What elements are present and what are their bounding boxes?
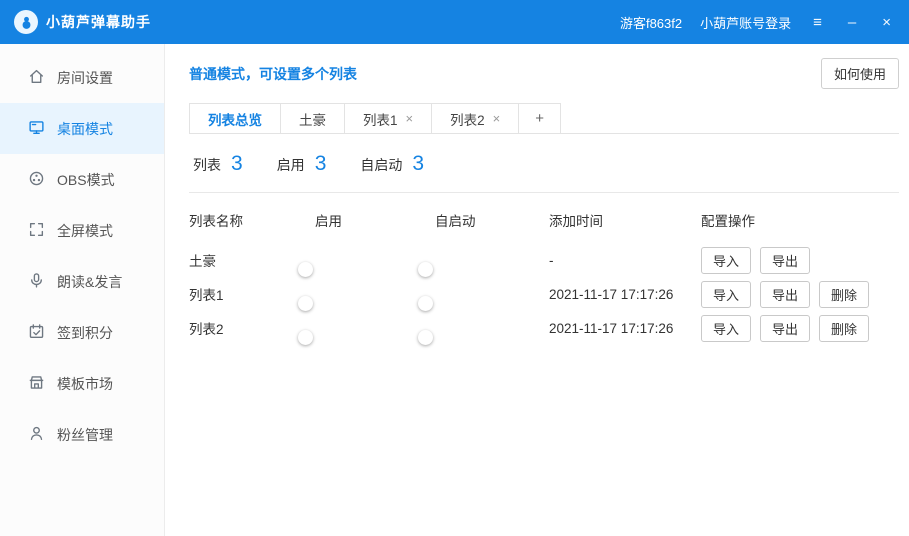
- added-time: 2021-11-17 17:17:26: [549, 287, 701, 302]
- added-time: -: [549, 253, 701, 268]
- sidebar-item-fullscreen-mode[interactable]: 全屏模式: [0, 205, 164, 256]
- sidebar-item-label: 房间设置: [57, 68, 113, 88]
- add-tab-button[interactable]: +: [518, 103, 561, 133]
- stat-enabled: 启用 3: [277, 152, 327, 176]
- list-name: 列表2: [189, 318, 315, 338]
- menu-icon[interactable]: ≡: [809, 13, 826, 32]
- sidebar-item-label: OBS模式: [57, 170, 115, 190]
- stat-autostart: 自启动 3: [360, 152, 424, 176]
- stat-lists: 列表 3: [193, 152, 243, 176]
- close-icon[interactable]: ×: [878, 13, 895, 32]
- column-header-autostart: 自启动: [435, 210, 549, 230]
- tab-list1[interactable]: 列表1 ×: [344, 103, 432, 133]
- sidebar-item-label: 模板市场: [57, 374, 113, 394]
- stat-value: 3: [231, 152, 243, 176]
- delete-button[interactable]: 删除: [819, 315, 869, 342]
- sidebar-item-fans-management[interactable]: 粉丝管理: [0, 409, 164, 460]
- tab-close-icon[interactable]: ×: [493, 111, 501, 126]
- tab-tuhao[interactable]: 土豪: [280, 103, 345, 133]
- delete-button[interactable]: 删除: [819, 281, 869, 308]
- tab-list-overview[interactable]: 列表总览: [189, 103, 281, 133]
- sidebar-item-template-market[interactable]: 模板市场: [0, 358, 164, 409]
- titlebar: 小葫芦弹幕助手 游客f863f2 小葫芦账号登录 ≡ – ×: [0, 0, 909, 44]
- sidebar-item-checkin-points[interactable]: 签到积分: [0, 307, 164, 358]
- desktop-icon: [28, 119, 45, 139]
- page-title: 普通模式，可设置多个列表: [189, 64, 357, 84]
- sidebar-item-label: 桌面模式: [57, 119, 113, 139]
- minimize-icon[interactable]: –: [844, 13, 860, 32]
- stat-label: 自启动: [360, 155, 402, 175]
- column-header-name: 列表名称: [189, 210, 315, 230]
- main-content: 普通模式，可设置多个列表 如何使用 列表总览 土豪 列表1 × 列表2 × +: [165, 44, 909, 536]
- table-row: 列表1 2021-11-17 17:17:26 导入 导出 删除: [189, 277, 899, 311]
- table-header-row: 列表名称 启用 自启动 添加时间 配置操作: [189, 197, 899, 243]
- list-name: 列表1: [189, 284, 315, 304]
- tab-label: 列表2: [450, 109, 485, 129]
- home-icon: [28, 68, 45, 88]
- stat-label: 列表: [193, 155, 221, 175]
- sidebar-item-label: 粉丝管理: [57, 425, 113, 445]
- how-to-use-button[interactable]: 如何使用: [821, 58, 899, 89]
- sidebar: 房间设置 桌面模式 OBS模式: [0, 44, 165, 536]
- app-logo-icon: [14, 10, 38, 34]
- column-header-added-time: 添加时间: [549, 210, 701, 230]
- mic-icon: [28, 272, 45, 292]
- import-button[interactable]: 导入: [701, 315, 751, 342]
- stats-bar: 列表 3 启用 3 自启动 3: [189, 134, 899, 193]
- table-row: 土豪 - 导入 导出: [189, 243, 899, 277]
- export-button[interactable]: 导出: [760, 315, 810, 342]
- tab-label: 列表1: [363, 109, 398, 129]
- table-row: 列表2 2021-11-17 17:17:26 导入 导出 删除: [189, 311, 899, 345]
- sidebar-item-label: 全屏模式: [57, 221, 113, 241]
- stat-label: 启用: [277, 155, 305, 175]
- shop-icon: [28, 374, 45, 394]
- tab-close-icon[interactable]: ×: [406, 111, 414, 126]
- list-name: 土豪: [189, 250, 315, 270]
- sidebar-item-label: 朗读&发言: [57, 272, 122, 292]
- sidebar-item-speech[interactable]: 朗读&发言: [0, 256, 164, 307]
- guest-id-label[interactable]: 游客f863f2: [620, 13, 682, 32]
- stat-value: 3: [412, 152, 424, 176]
- import-button[interactable]: 导入: [701, 247, 751, 274]
- checkin-icon: [28, 323, 45, 343]
- export-button[interactable]: 导出: [760, 281, 810, 308]
- column-header-actions: 配置操作: [701, 210, 899, 230]
- sidebar-item-obs-mode[interactable]: OBS模式: [0, 154, 164, 205]
- sidebar-item-label: 签到积分: [57, 323, 113, 343]
- export-button[interactable]: 导出: [760, 247, 810, 274]
- lists-table: 列表名称 启用 自启动 添加时间 配置操作 土豪 - 导入 导出 列表1: [189, 197, 899, 345]
- fullscreen-icon: [28, 221, 45, 241]
- import-button[interactable]: 导入: [701, 281, 751, 308]
- stat-value: 3: [315, 152, 327, 176]
- column-header-enabled: 启用: [315, 210, 435, 230]
- account-login-link[interactable]: 小葫芦账号登录: [700, 13, 791, 32]
- app-title: 小葫芦弹幕助手: [46, 12, 151, 32]
- list-tabbar: 列表总览 土豪 列表1 × 列表2 × +: [189, 103, 899, 134]
- sidebar-item-desktop-mode[interactable]: 桌面模式: [0, 103, 164, 154]
- tab-label: 列表总览: [208, 109, 262, 129]
- fans-icon: [28, 425, 45, 445]
- tab-label: 土豪: [299, 109, 326, 129]
- sidebar-item-room-settings[interactable]: 房间设置: [0, 52, 164, 103]
- tab-list2[interactable]: 列表2 ×: [431, 103, 519, 133]
- added-time: 2021-11-17 17:17:26: [549, 321, 701, 336]
- plus-icon: +: [535, 110, 544, 127]
- obs-icon: [28, 170, 45, 190]
